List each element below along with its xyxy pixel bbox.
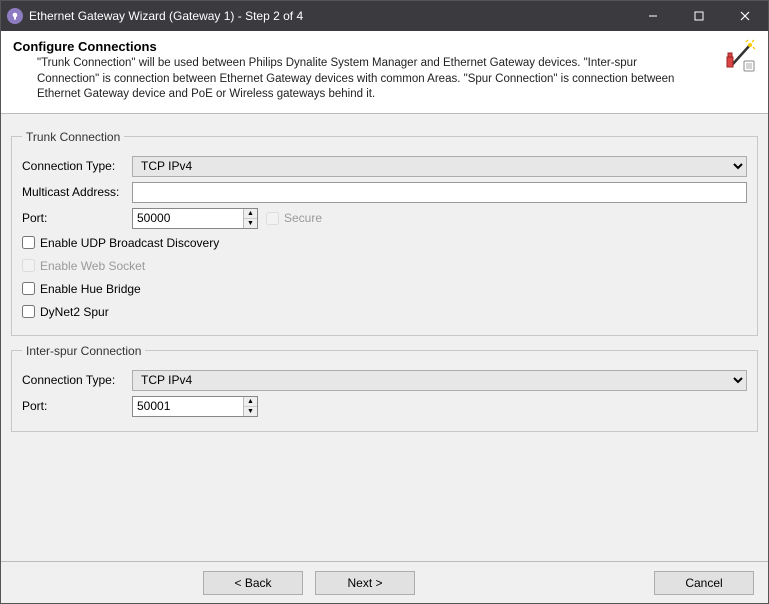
trunk-port-spin-up[interactable]: ▲: [244, 209, 257, 219]
titlebar: Ethernet Gateway Wizard (Gateway 1) - St…: [1, 1, 768, 31]
trunk-port-label: Port:: [22, 211, 132, 225]
interspur-connection-type-label: Connection Type:: [22, 373, 132, 387]
trunk-port-spinner[interactable]: ▲ ▼: [132, 208, 258, 229]
minimize-button[interactable]: [630, 1, 676, 31]
web-socket-checkbox: [22, 259, 35, 272]
wizard-header: Configure Connections "Trunk Connection"…: [1, 31, 768, 114]
hue-bridge-checkbox[interactable]: [22, 282, 35, 295]
trunk-port-spin-down[interactable]: ▼: [244, 219, 257, 228]
header-description: "Trunk Connection" will be used between …: [37, 56, 687, 103]
dynet2-spur-checkbox[interactable]: [22, 305, 35, 318]
close-button[interactable]: [722, 1, 768, 31]
udp-discovery-label: Enable UDP Broadcast Discovery: [40, 236, 219, 250]
trunk-multicast-label: Multicast Address:: [22, 185, 132, 199]
trunk-connection-group: Trunk Connection Connection Type: TCP IP…: [11, 130, 758, 336]
interspur-legend: Inter-spur Connection: [22, 344, 145, 358]
secure-checkbox-group: Secure: [266, 211, 322, 225]
window-title: Ethernet Gateway Wizard (Gateway 1) - St…: [29, 9, 630, 23]
hue-bridge-label: Enable Hue Bridge: [40, 282, 141, 296]
trunk-port-input[interactable]: [133, 209, 243, 228]
udp-discovery-checkbox[interactable]: [22, 236, 35, 249]
web-socket-label: Enable Web Socket: [40, 259, 145, 273]
cancel-button[interactable]: Cancel: [654, 571, 754, 595]
trunk-multicast-input[interactable]: [132, 182, 747, 203]
maximize-button[interactable]: [676, 1, 722, 31]
interspur-port-spin-up[interactable]: ▲: [244, 397, 257, 407]
dynet2-spur-label: DyNet2 Spur: [40, 305, 109, 319]
interspur-port-label: Port:: [22, 399, 132, 413]
back-button[interactable]: < Back: [203, 571, 303, 595]
wizard-wand-icon: [718, 39, 756, 103]
wizard-content: Trunk Connection Connection Type: TCP IP…: [1, 114, 768, 444]
interspur-port-spin-down[interactable]: ▼: [244, 407, 257, 416]
interspur-port-spinner[interactable]: ▲ ▼: [132, 396, 258, 417]
app-icon: [7, 8, 23, 24]
window-controls: [630, 1, 768, 31]
header-title: Configure Connections: [13, 39, 718, 54]
secure-label: Secure: [284, 211, 322, 225]
trunk-legend: Trunk Connection: [22, 130, 124, 144]
interspur-connection-group: Inter-spur Connection Connection Type: T…: [11, 344, 758, 432]
interspur-port-input[interactable]: [133, 397, 243, 416]
trunk-connection-type-select[interactable]: TCP IPv4: [132, 156, 747, 177]
secure-checkbox: [266, 212, 279, 225]
wizard-footer: < Back Next > Cancel: [1, 561, 768, 603]
next-button[interactable]: Next >: [315, 571, 415, 595]
interspur-connection-type-select[interactable]: TCP IPv4: [132, 370, 747, 391]
trunk-connection-type-label: Connection Type:: [22, 159, 132, 173]
